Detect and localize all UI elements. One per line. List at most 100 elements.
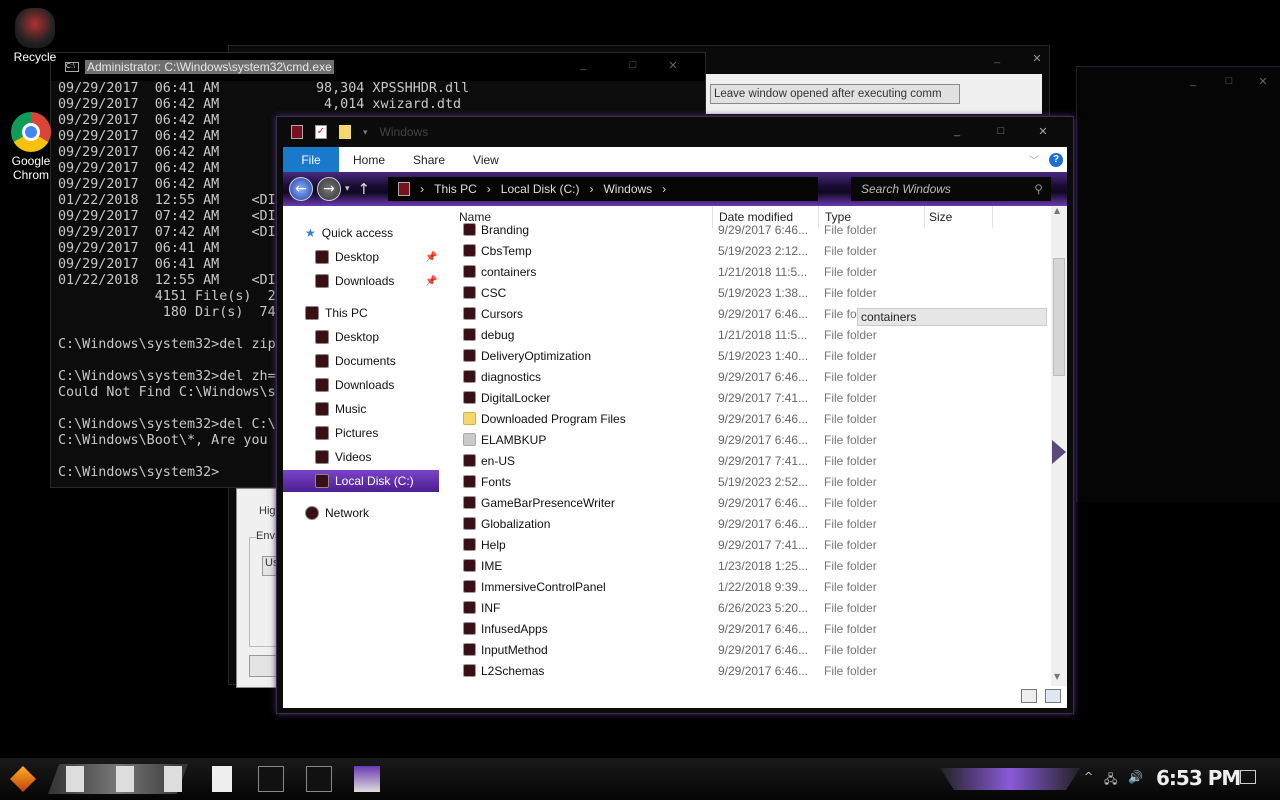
row-date: 1/21/2018 11:5... xyxy=(718,264,808,279)
table-row[interactable]: Globalization 9/29/2017 6:46... File folde… xyxy=(443,513,1051,534)
tab-home[interactable]: Home xyxy=(339,147,399,172)
close-icon[interactable]: ✕ xyxy=(1025,125,1061,141)
folder-icon xyxy=(463,223,476,236)
maximize-icon[interactable]: □ xyxy=(1211,75,1247,91)
table-row[interactable]: Downloaded Program Files 9/29/2017 6:46..… xyxy=(443,408,1051,429)
breadcrumb-separator: › xyxy=(486,182,491,196)
table-row[interactable]: ELAMBKUP 9/29/2017 6:46... File folder xyxy=(443,429,1051,450)
breadcrumb-windows[interactable]: Windows xyxy=(603,182,652,196)
forward-button[interactable]: → xyxy=(317,177,341,201)
nav-pictures[interactable]: Pictures xyxy=(315,422,378,444)
tab-share[interactable]: Share xyxy=(399,147,459,172)
table-row[interactable]: InfusedApps 9/29/2017 6:46... File folder xyxy=(443,618,1051,639)
table-row[interactable]: Help 9/29/2017 7:41... File folder xyxy=(443,534,1051,555)
folder-icon xyxy=(463,328,476,341)
up-arrow-icon[interactable]: ↑ xyxy=(358,180,371,198)
maximize-icon[interactable]: □ xyxy=(983,125,1019,141)
properties-icon[interactable]: ✓ xyxy=(315,125,327,139)
table-row[interactable]: diagnostics 9/29/2017 6:46... File folder xyxy=(443,366,1051,387)
minimize-icon[interactable]: _ xyxy=(1175,75,1211,91)
nav-desktop[interactable]: Desktop xyxy=(315,326,379,348)
search-input[interactable]: Search Windows ⚲ xyxy=(851,177,1051,201)
table-row[interactable]: CbsTemp 5/19/2023 2:12... File folder xyxy=(443,240,1051,261)
table-row[interactable]: DeliveryOptimization 5/19/2023 1:40... Fil… xyxy=(443,345,1051,366)
nav-videos[interactable]: Videos xyxy=(315,446,371,468)
breadcrumb-this-pc[interactable]: This PC xyxy=(434,182,477,196)
nav-qa-desktop[interactable]: Desktop 📌 xyxy=(315,246,437,268)
chrome-shortcut[interactable]: Google Chrom xyxy=(0,112,62,182)
nav-documents[interactable]: Documents xyxy=(315,350,396,372)
nav-downloads[interactable]: Downloads xyxy=(315,374,394,396)
leave-window-open-button[interactable]: Leave window opened after executing comm xyxy=(710,84,960,104)
notifications-icon[interactable] xyxy=(1240,770,1256,784)
chrome-icon xyxy=(11,112,51,152)
table-row[interactable]: InputMethod 9/29/2017 6:46... File folder xyxy=(443,639,1051,660)
nav-music[interactable]: Music xyxy=(315,398,366,420)
file-icon[interactable] xyxy=(116,766,134,792)
new-folder-icon[interactable] xyxy=(339,125,351,139)
table-row[interactable]: DigitalLocker 9/29/2017 7:41... File folde… xyxy=(443,387,1051,408)
minimize-icon[interactable]: _ xyxy=(939,125,975,141)
nav-local-disk[interactable]: Local Disk (C:) xyxy=(283,470,439,492)
minimize-icon[interactable]: _ xyxy=(565,59,601,75)
row-date: 9/29/2017 6:46... xyxy=(718,621,809,636)
table-row[interactable]: Fonts 5/19/2023 2:52... File folder xyxy=(443,471,1051,492)
network-tray-icon[interactable]: 🖧 xyxy=(1104,770,1117,791)
cmd-taskbar-icon[interactable] xyxy=(306,766,332,792)
address-bar[interactable]: › This PC › Local Disk (C:) › Windows › xyxy=(388,177,819,201)
taskbar-clock[interactable]: 6:53 PM xyxy=(1156,766,1241,790)
table-row[interactable]: Branding 9/29/2017 6:46... File folder xyxy=(443,219,1051,240)
back-button[interactable]: ← xyxy=(289,177,313,201)
close-icon[interactable]: ✕ xyxy=(1245,75,1280,91)
scroll-thumb[interactable] xyxy=(1053,258,1065,376)
close-icon[interactable]: ✕ xyxy=(1019,52,1055,68)
expand-ribbon-icon[interactable]: ﹀ xyxy=(1029,152,1039,167)
scroll-down-icon[interactable]: ▼ xyxy=(1054,672,1060,681)
file-icon[interactable] xyxy=(164,766,182,792)
cmd-taskbar-icon[interactable] xyxy=(258,766,284,792)
table-row[interactable]: ImmersiveControlPanel 1/22/2018 9:39... Fi… xyxy=(443,576,1051,597)
chevron-down-icon[interactable]: ▾ xyxy=(363,127,368,138)
table-row[interactable]: containers 1/21/2018 11:5... File folder xyxy=(443,261,1051,282)
row-date: 9/29/2017 6:46... xyxy=(718,222,809,237)
cmd-titlebar[interactable]: C:\ Administrator: C:\Windows\system32\c… xyxy=(51,53,705,81)
minimize-icon[interactable]: _ xyxy=(979,52,1015,68)
nav-this-pc[interactable]: This PC xyxy=(305,302,368,324)
sysprops-button[interactable] xyxy=(249,655,279,677)
tab-view[interactable]: View xyxy=(459,147,513,172)
table-row[interactable]: L2Schemas 9/29/2017 6:46... File folder xyxy=(443,660,1051,681)
app-taskbar-icon[interactable] xyxy=(354,766,380,792)
maximize-icon[interactable]: □ xyxy=(615,59,651,75)
row-name: DeliveryOptimization xyxy=(481,348,592,363)
close-icon[interactable]: ✕ xyxy=(655,59,691,75)
file-icon[interactable] xyxy=(66,766,84,792)
scroll-up-icon[interactable]: ▲ xyxy=(1054,206,1060,215)
details-view-icon[interactable] xyxy=(1021,689,1037,703)
table-row[interactable]: IME 1/23/2018 1:25... File folder xyxy=(443,555,1051,576)
nav-quick-access[interactable]: ★ Quick access xyxy=(305,222,393,244)
row-type: File folder xyxy=(824,348,877,363)
row-date: 9/29/2017 6:46... xyxy=(718,495,809,510)
tab-file[interactable]: File xyxy=(283,147,339,172)
row-date: 9/29/2017 6:46... xyxy=(718,663,809,678)
breadcrumb-local-disk[interactable]: Local Disk (C:) xyxy=(501,182,580,196)
table-row[interactable]: CSC 5/19/2023 1:38... File folder xyxy=(443,282,1051,303)
help-icon[interactable]: ? xyxy=(1049,152,1063,167)
recycle-bin-shortcut[interactable]: Recycle xyxy=(0,8,70,64)
nav-qa-downloads[interactable]: Downloads 📌 xyxy=(315,270,437,292)
large-icons-view-icon[interactable] xyxy=(1045,689,1061,703)
file-explorer-taskbar-icon[interactable] xyxy=(212,766,232,792)
file-explorer-window[interactable]: ✓ ▾ Windows _ □ ✕ File Home Share View ﹀… xyxy=(276,116,1074,714)
recent-locations-icon[interactable]: ▾ xyxy=(345,184,350,194)
downloads-icon xyxy=(315,378,329,392)
volume-icon[interactable]: 🔊 xyxy=(1128,770,1143,784)
table-row[interactable]: INF 6/26/2023 5:20... File folder xyxy=(443,597,1051,618)
table-row[interactable]: en-US 9/29/2017 7:41... File folder xyxy=(443,450,1051,471)
file-list[interactable]: Name Date modified Type Size Branding 9/2… xyxy=(443,206,1051,708)
start-button-icon[interactable] xyxy=(10,766,36,792)
nav-network[interactable]: Network xyxy=(305,502,369,524)
tray-overflow-icon[interactable]: ^ xyxy=(1084,770,1093,783)
table-row[interactable]: debug 1/21/2018 11:5... File folder xyxy=(443,324,1051,345)
table-row[interactable]: GameBarPresenceWriter 9/29/2017 6:46... Fi… xyxy=(443,492,1051,513)
search-icon[interactable]: ⚲ xyxy=(1034,182,1043,196)
